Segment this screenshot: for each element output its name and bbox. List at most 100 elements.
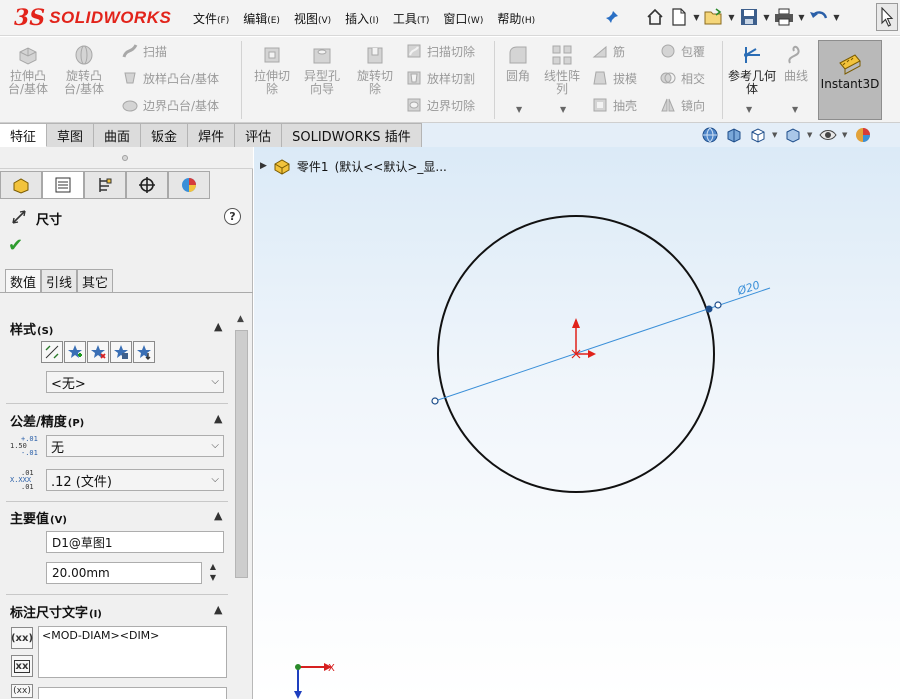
hide-show-items-button[interactable] (818, 125, 838, 145)
mirror-button[interactable]: 镜向 (660, 95, 705, 115)
pattern-dropdown-icon[interactable]: ▼ (560, 105, 566, 114)
tab-sheet-metal[interactable]: 钣金 (141, 123, 189, 147)
sweep-button[interactable]: 扫描 (122, 41, 167, 61)
print-dropdown-icon[interactable]: ▼ (797, 6, 806, 28)
subtab-other[interactable]: 其它 (77, 269, 114, 293)
swept-cut-button[interactable]: 扫描切除 (406, 41, 475, 61)
loft-boss-button[interactable]: 放样凸台/基体 (122, 68, 219, 88)
linear-pattern-button[interactable]: 线性阵列 (540, 43, 584, 96)
print-button[interactable] (773, 6, 795, 28)
graphics-area[interactable]: ▶ 零件1 (默认<<默认>_显... Ø20 X (254, 147, 900, 699)
dimxpert-tab[interactable] (126, 171, 168, 199)
add-parentheses-button[interactable]: (xx) (11, 627, 33, 649)
open-button[interactable] (703, 6, 725, 28)
rib-button[interactable]: 筋 (592, 41, 625, 61)
tab-evaluate[interactable]: 评估 (235, 123, 283, 147)
dimension-text-below-field[interactable] (38, 687, 227, 699)
menu-view[interactable]: 视图(V) (287, 8, 338, 29)
center-dimension-button[interactable]: xx (11, 655, 33, 677)
spin-down-icon[interactable]: ▼ (210, 572, 216, 583)
feature-manager-tab[interactable] (0, 171, 42, 199)
zoom-to-fit-button[interactable] (700, 125, 720, 145)
tab-weldments[interactable]: 焊件 (188, 123, 236, 147)
new-document-button[interactable] (668, 6, 690, 28)
curves-dropdown-icon[interactable]: ▼ (792, 105, 798, 114)
menu-help[interactable]: 帮助(H) (490, 8, 542, 29)
display-manager-tab[interactable] (168, 171, 210, 199)
home-button[interactable] (644, 6, 666, 28)
save-style-button[interactable] (110, 341, 132, 363)
tab-surfaces[interactable]: 曲面 (94, 123, 142, 147)
undo-dropdown-icon[interactable]: ▼ (832, 6, 841, 28)
view-orientation-button[interactable] (748, 125, 768, 145)
revolve-boss-button[interactable]: 旋转凸台/基体 (62, 43, 106, 96)
open-dropdown-icon[interactable]: ▼ (727, 6, 736, 28)
boundary-boss-button[interactable]: 边界凸台/基体 (122, 95, 219, 115)
shell-button[interactable]: 抽壳 (592, 95, 637, 115)
panel-scrollbar[interactable]: ▲ (234, 312, 249, 699)
primary-value-collapse-icon[interactable]: ▲ (214, 509, 222, 522)
reference-geometry-dropdown-icon[interactable]: ▼ (746, 105, 752, 114)
appearance-button[interactable] (853, 125, 873, 145)
property-manager-tab[interactable] (42, 171, 84, 199)
panel-grip[interactable] (0, 147, 253, 169)
subtab-leaders[interactable]: 引线 (41, 269, 78, 293)
tolerance-type-select[interactable]: 无 ⌵ (46, 435, 224, 457)
new-dropdown-icon[interactable]: ▼ (692, 6, 701, 28)
leader-handle-right[interactable] (714, 301, 722, 309)
pin-icon[interactable] (604, 9, 620, 25)
undo-button[interactable] (808, 6, 830, 28)
style-collapse-icon[interactable]: ▲ (214, 320, 222, 333)
reference-geometry-button[interactable]: 参考几何体 (728, 43, 776, 96)
dimension-value-field[interactable]: 20.00mm (46, 562, 202, 584)
spin-up-icon[interactable]: ▲ (210, 561, 216, 572)
dimension-text-collapse-icon[interactable]: ▲ (214, 603, 222, 616)
save-button[interactable] (738, 6, 760, 28)
fillet-button[interactable]: 圆角 (496, 43, 540, 83)
value-spinner[interactable]: ▲ ▼ (207, 561, 219, 585)
scroll-up-icon[interactable]: ▲ (237, 314, 244, 324)
subtab-value[interactable]: 数值 (5, 269, 42, 293)
add-style-button[interactable] (64, 341, 86, 363)
tab-sketch[interactable]: 草图 (47, 123, 95, 147)
delete-style-button[interactable] (87, 341, 109, 363)
intersect-button[interactable]: 相交 (660, 68, 705, 88)
select-button[interactable] (876, 3, 898, 31)
view-orientation-dropdown-icon[interactable]: ▼ (772, 131, 779, 139)
menu-tools[interactable]: 工具(T) (386, 8, 437, 29)
section-view-button[interactable] (724, 125, 744, 145)
wrap-button[interactable]: 包覆 (660, 41, 705, 61)
curves-button[interactable]: 曲线 (776, 43, 816, 83)
load-style-button[interactable] (133, 341, 155, 363)
display-style-button[interactable] (783, 125, 803, 145)
leader-handle-left[interactable] (431, 397, 439, 405)
revolve-cut-button[interactable]: 旋转切除 (353, 43, 397, 96)
tab-features[interactable]: 特征 (0, 123, 48, 147)
dimension-text-area[interactable]: <MOD-DIAM><DIM> (38, 626, 227, 678)
menu-insert[interactable]: 插入(I) (338, 8, 386, 29)
extrude-boss-button[interactable]: 拉伸凸台/基体 (6, 43, 50, 96)
ok-checkmark-button[interactable]: ✔ (8, 235, 23, 256)
menu-edit[interactable]: 编辑(E) (236, 8, 287, 29)
style-select[interactable]: <无> ⌵ (46, 371, 224, 393)
precision-select[interactable]: .12 (文件) ⌵ (46, 469, 224, 491)
configuration-manager-tab[interactable] (84, 171, 126, 199)
instant3d-button[interactable]: Instant3D (818, 40, 882, 120)
hole-wizard-button[interactable]: 异型孔向导 (300, 43, 344, 96)
fillet-dropdown-icon[interactable]: ▼ (516, 105, 522, 114)
dimension-name-field[interactable]: D1@草图1 (46, 531, 224, 553)
draft-button[interactable]: 拔模 (592, 68, 637, 88)
menu-window[interactable]: 窗口(W) (436, 8, 490, 29)
extrude-cut-button[interactable]: 拉伸切除 (250, 43, 294, 96)
boundary-cut-button[interactable]: 边界切除 (406, 95, 475, 115)
help-button[interactable]: ? (224, 208, 241, 225)
hide-show-dropdown-icon[interactable]: ▼ (842, 131, 849, 139)
scrollbar-thumb[interactable] (235, 330, 248, 578)
solidworks-logo[interactable]: 3S SOLIDWORKS (14, 6, 171, 30)
tab-solidworks-addins[interactable]: SOLIDWORKS 插件 (282, 123, 422, 147)
display-style-dropdown-icon[interactable]: ▼ (807, 131, 814, 139)
tolerance-collapse-icon[interactable]: ▲ (214, 412, 222, 425)
inspection-dimension-button[interactable]: (xx) (11, 684, 33, 698)
menu-file[interactable]: 文件(F) (186, 8, 236, 29)
apply-default-style-button[interactable] (41, 341, 63, 363)
